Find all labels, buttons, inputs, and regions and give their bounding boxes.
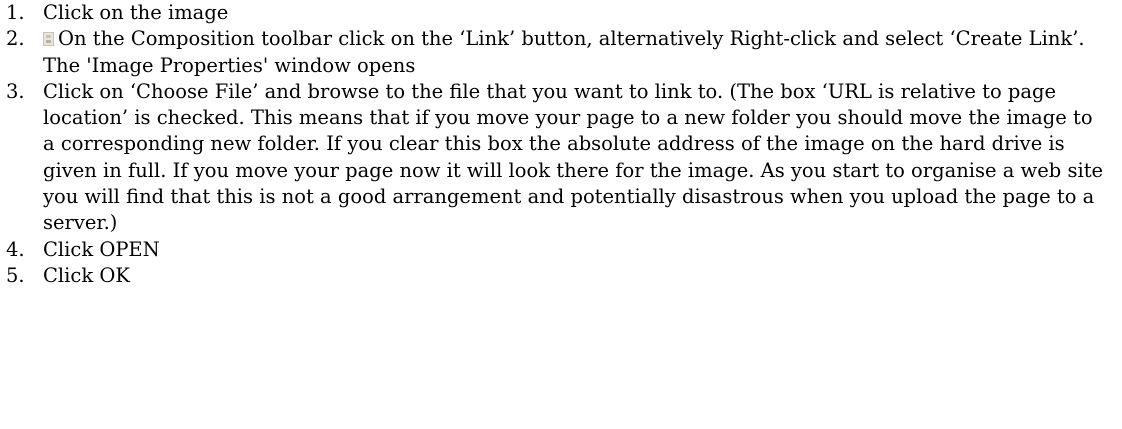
step-text: Click OK [43, 263, 130, 287]
step-number: 4. [6, 237, 25, 261]
step-number: 5. [6, 263, 25, 287]
list-item: 4. Click OPEN [0, 237, 1122, 263]
list-item: 5. Click OK [0, 263, 1122, 289]
step-text: Click OPEN [43, 237, 160, 261]
list-item: 2. On the Composition toolbar click on t… [0, 26, 1122, 79]
link-button-icon [43, 32, 54, 47]
step-text: On the Composition toolbar click on the … [43, 27, 1085, 77]
step-number: 3. [6, 79, 25, 103]
instruction-document: 1. Click on the image 2. On the Composit… [0, 0, 1122, 429]
step-text: Click on the image [43, 1, 229, 24]
step-number: 2. [6, 27, 25, 51]
list-item: 1. Click on the image [0, 0, 1122, 26]
step-text: Click on ‘Choose File’ and browse to the… [43, 79, 1104, 235]
steps-list: 1. Click on the image 2. On the Composit… [0, 0, 1122, 289]
list-item: 3. Click on ‘Choose File’ and browse to … [0, 79, 1122, 237]
step-number: 1. [6, 1, 25, 24]
